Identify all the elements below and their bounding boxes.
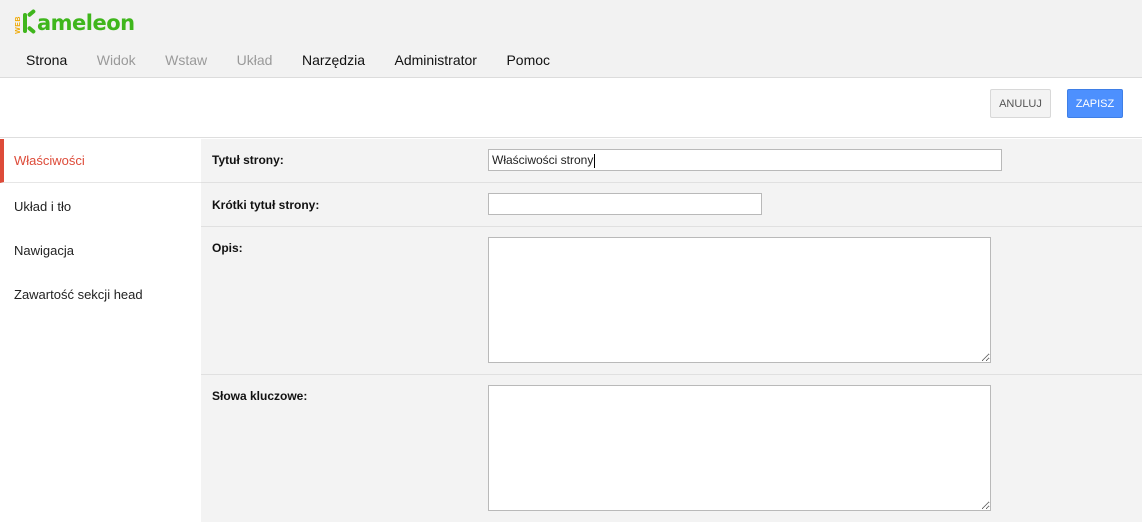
sidebar-item-nawigacja[interactable]: Nawigacja [0, 228, 201, 272]
action-bar: ANULUJ ZAPISZ [0, 78, 1142, 138]
logo-web-mark: WEB [15, 16, 22, 34]
menu-widok[interactable]: Widok [97, 52, 136, 68]
sidebar-item-wlasciwosci[interactable]: Właściwości [0, 139, 201, 183]
short-title-label: Krótki tytuł strony: [212, 198, 320, 212]
form-row-short-title: Krótki tytuł strony: [201, 183, 1142, 227]
page-title-value: Właściwości strony [492, 153, 594, 167]
title-label: Tytuł strony: [212, 153, 284, 167]
form-row-keywords: Słowa kluczowe: [201, 375, 1142, 522]
properties-sidebar: Właściwości Układ i tło Nawigacja Zawart… [0, 139, 201, 522]
sidebar-item-uklad-i-tlo[interactable]: Układ i tło [0, 184, 201, 228]
description-label: Opis: [212, 241, 243, 255]
logo-text: ameleon [37, 11, 135, 35]
menu-administrator[interactable]: Administrator [394, 52, 476, 68]
page-title-input[interactable]: Właściwości strony [488, 149, 1002, 171]
keywords-label: Słowa kluczowe: [212, 389, 308, 403]
menu-wstaw[interactable]: Wstaw [165, 52, 207, 68]
menu-uklad[interactable]: Układ [237, 52, 273, 68]
top-bar: WEB ameleon Strona Widok Wstaw Układ Nar… [0, 0, 1142, 78]
properties-form: Tytuł strony: Właściwości strony Krótki … [201, 139, 1142, 522]
form-row-title: Tytuł strony: Właściwości strony [201, 139, 1142, 183]
text-caret [594, 153, 596, 168]
logo-k-icon [23, 8, 37, 35]
menu-strona[interactable]: Strona [26, 52, 67, 68]
form-row-description: Opis: [201, 227, 1142, 375]
description-textarea[interactable] [488, 237, 991, 363]
short-title-input[interactable] [488, 193, 762, 215]
menu-narzedzia[interactable]: Narzędzia [302, 52, 365, 68]
webkameleon-logo[interactable]: WEB ameleon [15, 8, 135, 35]
menu-pomoc[interactable]: Pomoc [506, 52, 550, 68]
keywords-textarea[interactable] [488, 385, 991, 511]
save-button[interactable]: ZAPISZ [1067, 89, 1123, 118]
main-menu: Strona Widok Wstaw Układ Narzędzia Admin… [26, 52, 580, 68]
cancel-button[interactable]: ANULUJ [990, 89, 1051, 118]
sidebar-item-zawartosc-head[interactable]: Zawartość sekcji head [0, 272, 201, 316]
